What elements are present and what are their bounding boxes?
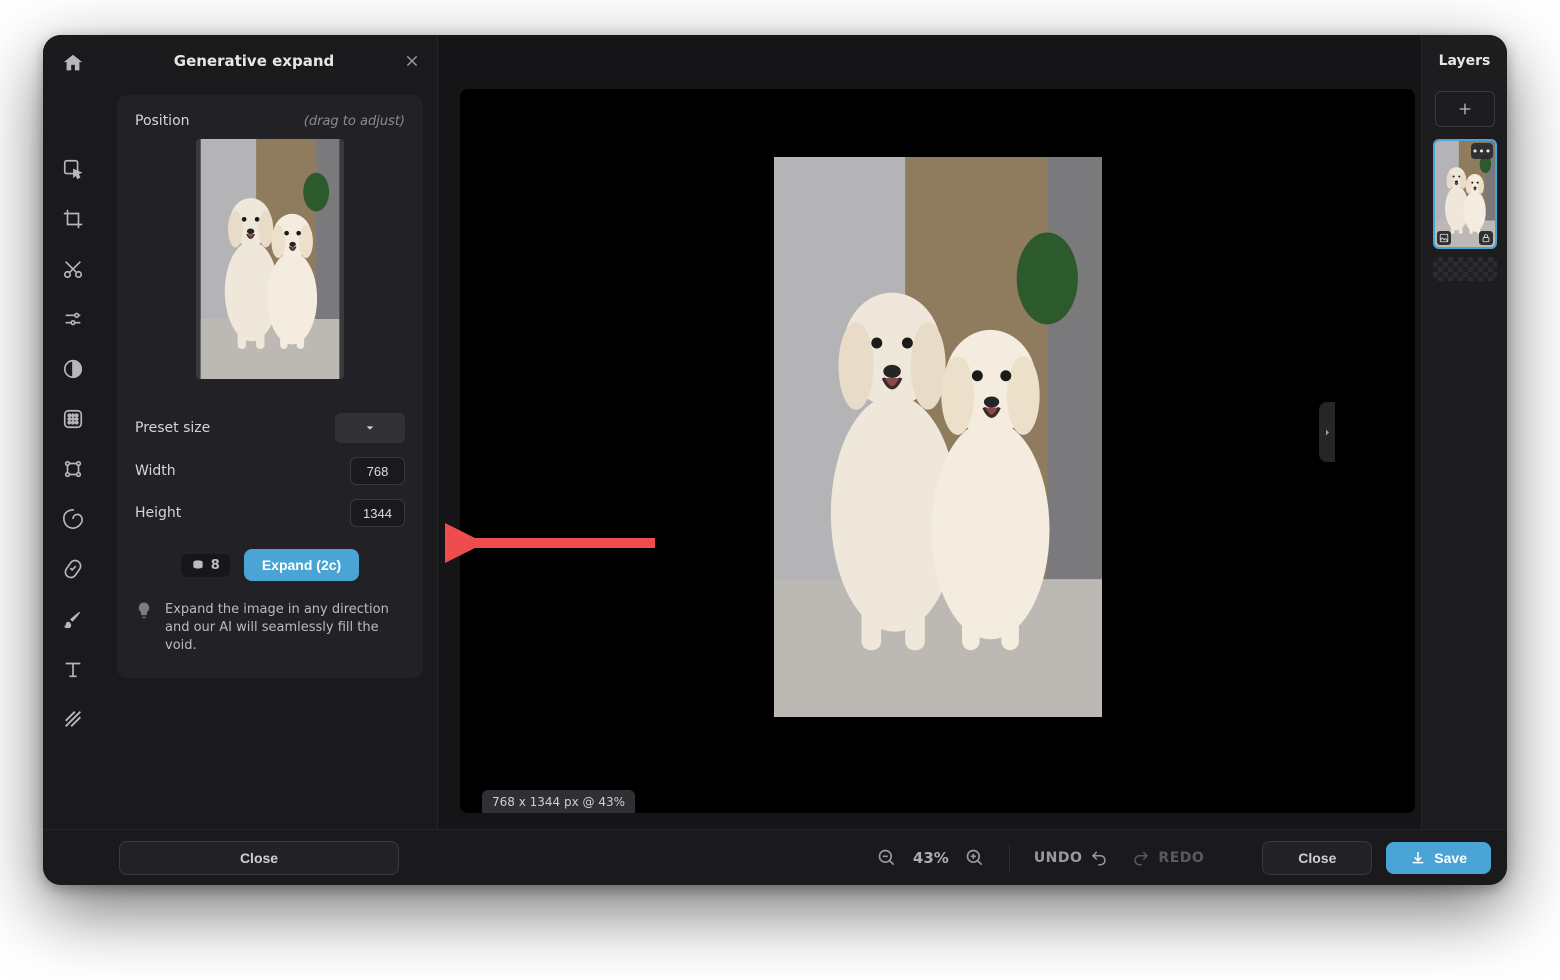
canvas-area: 768 x 1344 px @ 43%	[438, 35, 1421, 829]
contrast-icon[interactable]	[61, 357, 85, 381]
position-hint: (drag to adjust)	[304, 114, 405, 129]
panel-body: Position (drag to adjust) Preset size Wi…	[117, 95, 423, 678]
zoom-out-icon[interactable]	[877, 848, 897, 868]
text-icon[interactable]	[61, 657, 85, 681]
cut-icon[interactable]	[61, 257, 85, 281]
crop-icon[interactable]	[61, 207, 85, 231]
home-icon[interactable]	[61, 51, 85, 75]
undo-button[interactable]: UNDO	[1034, 849, 1109, 867]
credits-count: 8	[211, 558, 220, 573]
spiral-icon[interactable]	[61, 507, 85, 531]
canvas-viewport[interactable]: 768 x 1344 px @ 43%	[460, 89, 1415, 813]
layer-image-icon	[1437, 231, 1451, 245]
layers-title: Layers	[1439, 53, 1491, 69]
heal-icon[interactable]	[61, 557, 85, 581]
layer-options-icon[interactable]: •••	[1471, 143, 1493, 159]
width-input[interactable]	[350, 457, 405, 485]
layer-thumbnail-empty[interactable]	[1433, 257, 1497, 281]
layer-lock-icon[interactable]	[1479, 231, 1493, 245]
add-layer-button[interactable]	[1435, 91, 1495, 127]
canvas-dimensions-badge: 768 x 1344 px @ 43%	[482, 790, 635, 813]
height-input[interactable]	[350, 499, 405, 527]
layer-thumbnail-active[interactable]: •••	[1433, 139, 1497, 249]
grid-icon[interactable]	[61, 407, 85, 431]
app-window: Generative expand Position (drag to adju…	[43, 35, 1507, 885]
layers-panel: Layers •••	[1421, 35, 1507, 829]
tool-rail	[43, 35, 103, 829]
canvas-image[interactable]	[774, 157, 1102, 717]
close-panel-button[interactable]: Close	[119, 841, 399, 875]
side-panel: Generative expand Position (drag to adju…	[103, 35, 438, 829]
zoom-in-icon[interactable]	[965, 848, 985, 868]
nodes-icon[interactable]	[61, 457, 85, 481]
panel-title: Generative expand	[121, 52, 401, 70]
collapse-layers-icon[interactable]	[1319, 402, 1335, 462]
tip-text: Expand the image in any direction and ou…	[165, 601, 405, 656]
position-preview[interactable]	[196, 139, 344, 379]
preset-size-label: Preset size	[135, 420, 210, 436]
lightbulb-icon	[135, 601, 155, 656]
save-button[interactable]: Save	[1386, 842, 1491, 874]
close-editor-button[interactable]: Close	[1262, 841, 1372, 875]
hatch-icon[interactable]	[61, 707, 85, 731]
redo-button[interactable]: REDO	[1132, 849, 1204, 867]
position-label: Position	[135, 113, 190, 129]
zoom-percent: 43%	[913, 849, 949, 867]
panel-header: Generative expand	[103, 35, 437, 87]
pointer-icon[interactable]	[61, 157, 85, 181]
main-content-row: Generative expand Position (drag to adju…	[43, 35, 1507, 829]
credits-badge: 8	[181, 554, 230, 577]
adjust-icon[interactable]	[61, 307, 85, 331]
close-panel-icon[interactable]	[401, 50, 423, 72]
expand-button[interactable]: Expand (2c)	[244, 549, 359, 581]
preset-size-dropdown[interactable]	[335, 413, 405, 443]
brush-icon[interactable]	[61, 607, 85, 631]
footer-bar: Close 43% UNDO REDO Close Sav	[43, 829, 1507, 885]
height-label: Height	[135, 505, 181, 521]
width-label: Width	[135, 463, 176, 479]
